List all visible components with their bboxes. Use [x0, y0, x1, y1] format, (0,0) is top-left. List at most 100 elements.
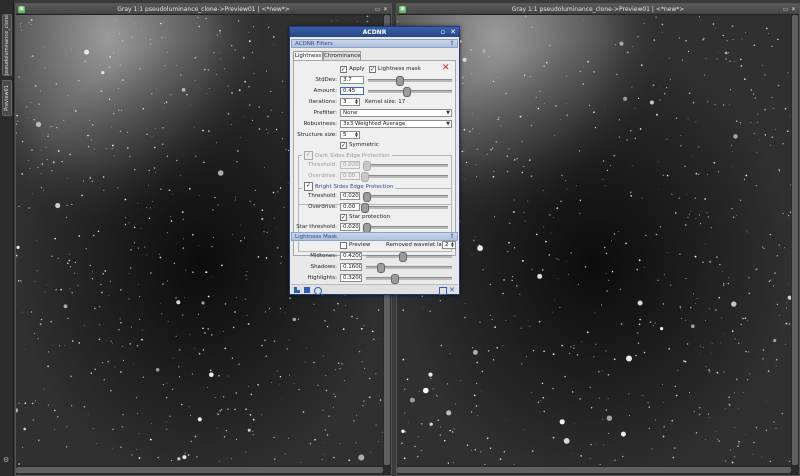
- spin-arrows-icon[interactable]: ▲ ▼: [354, 99, 359, 105]
- spin-arrows-icon[interactable]: ▲ ▼: [450, 242, 455, 248]
- iterations-label: Iterations:: [308, 99, 337, 105]
- robustness-label: Robustness:: [303, 121, 337, 127]
- close-icon[interactable]: ✕: [790, 6, 797, 13]
- prefilter-label: Prefilter:: [313, 110, 337, 116]
- dark-threshold-slider[interactable]: [362, 161, 448, 171]
- dark-threshold-label: Threshold:: [308, 162, 337, 168]
- stddev-label: StdDev:: [315, 77, 337, 83]
- section-title: ACDNR Filters: [295, 41, 333, 47]
- bright-sides-title[interactable]: ✓ Bright Sides Edge Protection: [302, 182, 396, 191]
- view-sidebar: pseudoluminance_clone Preview01 ⚙: [0, 0, 14, 476]
- section-lightness-mask[interactable]: Lightness Mask ⇑: [291, 232, 458, 241]
- highlights-label: Highlights:: [307, 275, 337, 281]
- shadows-slider[interactable]: [366, 263, 452, 273]
- dialog-titlebar[interactable]: ACDNR ▫ ✕: [290, 27, 459, 37]
- reset-icon[interactable]: ✕: [442, 64, 450, 73]
- midtones-field[interactable]: 0.42000: [340, 252, 362, 260]
- amount-slider[interactable]: [368, 87, 452, 97]
- removed-layers-spinbox[interactable]: 2 ▲ ▼: [442, 241, 456, 249]
- collapse-icon[interactable]: ⇑: [449, 234, 455, 240]
- collapse-icon[interactable]: ⇑: [449, 41, 455, 47]
- preview-label: Preview: [349, 242, 371, 248]
- shade-icon[interactable]: ▭: [782, 6, 789, 13]
- horizontal-scrollbar[interactable]: [397, 465, 791, 475]
- amount-label: Amount:: [313, 88, 337, 94]
- spin-arrows-icon[interactable]: ▲ ▼: [354, 132, 359, 138]
- bright-sides-label: Bright Sides Edge Protection: [315, 183, 394, 190]
- apply-checkbox[interactable]: ✓: [340, 66, 347, 73]
- robustness-combo[interactable]: 3x3 Weighted Average ▼: [340, 120, 452, 128]
- stddev-slider[interactable]: [368, 76, 452, 86]
- vertical-scrollbar[interactable]: [791, 15, 799, 465]
- pin-icon[interactable]: ▫: [439, 28, 447, 36]
- side-tab-label: Preview01: [4, 85, 11, 111]
- bright-threshold-field[interactable]: 0.020: [340, 192, 360, 200]
- lightness-mask-checkbox[interactable]: ✓: [369, 66, 376, 73]
- bright-overdrive-field[interactable]: 0.00: [340, 203, 360, 211]
- scroll-corner: [383, 465, 391, 475]
- dark-threshold-field[interactable]: 0.020: [340, 161, 360, 169]
- view-icon[interactable]: ▣: [18, 6, 25, 13]
- acdnr-dialog[interactable]: ACDNR ▫ ✕ ACDNR Filters ⇑ Lightness Chro…: [289, 26, 460, 295]
- highlights-slider[interactable]: [366, 274, 452, 284]
- stddev-field[interactable]: 3.7: [340, 76, 364, 84]
- preview-icon[interactable]: [314, 287, 322, 295]
- bright-overdrive-slider[interactable]: [361, 203, 448, 213]
- star-threshold-slider[interactable]: [362, 223, 448, 233]
- bright-overdrive-label: Overdrive:: [308, 204, 337, 210]
- structure-size-spinbox[interactable]: 5 ▲ ▼: [340, 131, 360, 139]
- symmetric-label: Symmetric: [349, 142, 379, 148]
- dark-sides-title[interactable]: ✓ Dark Sides Edge Protection: [302, 151, 392, 160]
- structure-size-value: 5: [343, 132, 347, 138]
- doc-icon[interactable]: [439, 287, 447, 295]
- structure-size-label: Structure size:: [297, 132, 337, 138]
- star-threshold-field[interactable]: 0.020: [340, 223, 360, 231]
- apply-label: Apply: [349, 66, 365, 72]
- horizontal-scrollbar[interactable]: [16, 465, 383, 475]
- new-instance-icon[interactable]: [294, 287, 300, 293]
- midtones-slider[interactable]: [366, 252, 452, 262]
- scroll-corner: [791, 465, 799, 475]
- dark-overdrive-slider[interactable]: [361, 172, 448, 182]
- dialog-title: ACDNR: [362, 28, 387, 36]
- bright-threshold-slider[interactable]: [362, 192, 448, 202]
- window-titlebar[interactable]: ▣ Gray 1:1 pseudoluminance_clone->Previe…: [397, 4, 799, 15]
- shade-icon[interactable]: ▭: [374, 6, 381, 13]
- iterations-value: 3: [343, 99, 347, 105]
- dark-overdrive-field[interactable]: 0.00: [340, 172, 360, 180]
- dark-sides-checkbox[interactable]: ✓: [304, 151, 313, 160]
- prefilter-combo[interactable]: None ▼: [340, 109, 452, 117]
- side-tab-pseudoluminance[interactable]: pseudoluminance_clone: [2, 14, 12, 76]
- robustness-value: 3x3 Weighted Average: [343, 121, 406, 127]
- view-icon[interactable]: ▣: [399, 6, 406, 13]
- section-title: Lightness Mask: [295, 234, 338, 240]
- bright-sides-checkbox[interactable]: ✓: [304, 182, 313, 191]
- lightness-mask-label: Lightness mask: [378, 66, 421, 72]
- iterations-spinbox[interactable]: 3 ▲ ▼: [340, 98, 360, 106]
- section-acdnr-filters[interactable]: ACDNR Filters ⇑: [291, 39, 458, 48]
- close-icon[interactable]: ✕: [449, 28, 457, 36]
- amount-field[interactable]: 0.45: [340, 87, 364, 95]
- close-icon[interactable]: ✕: [382, 6, 389, 13]
- preview-checkbox[interactable]: [340, 242, 347, 249]
- dark-sides-label: Dark Sides Edge Protection: [315, 152, 390, 159]
- star-protection-label: Star protection: [349, 214, 391, 220]
- gear-icon[interactable]: ⚙: [3, 456, 11, 464]
- chevron-down-icon: ▼: [446, 121, 450, 127]
- highlights-field[interactable]: 0.32000: [340, 274, 362, 282]
- prefilter-value: None: [343, 110, 358, 116]
- kernel-size-label: Kernel size: 17: [365, 99, 406, 105]
- dark-overdrive-label: Overdrive:: [308, 173, 337, 179]
- side-tab-preview[interactable]: Preview01: [2, 80, 12, 116]
- reset-icon[interactable]: ✕: [449, 287, 455, 294]
- shadows-field[interactable]: 0.16000: [340, 263, 362, 271]
- window-titlebar[interactable]: ▣ Gray 1:1 pseudoluminance_clone->Previe…: [16, 4, 391, 15]
- shadows-label: Shadows:: [310, 264, 337, 270]
- dialog-bottom-bar: ✕: [291, 284, 458, 295]
- window-title: Gray 1:1 pseudoluminance_clone->Preview0…: [117, 5, 290, 13]
- symmetric-checkbox[interactable]: ✓: [340, 142, 347, 149]
- star-threshold-label: Star threshold:: [296, 224, 337, 230]
- apply-global-icon[interactable]: [304, 287, 310, 293]
- star-protection-checkbox[interactable]: ✓: [340, 214, 347, 221]
- side-tab-label: pseudoluminance_clone: [4, 14, 10, 76]
